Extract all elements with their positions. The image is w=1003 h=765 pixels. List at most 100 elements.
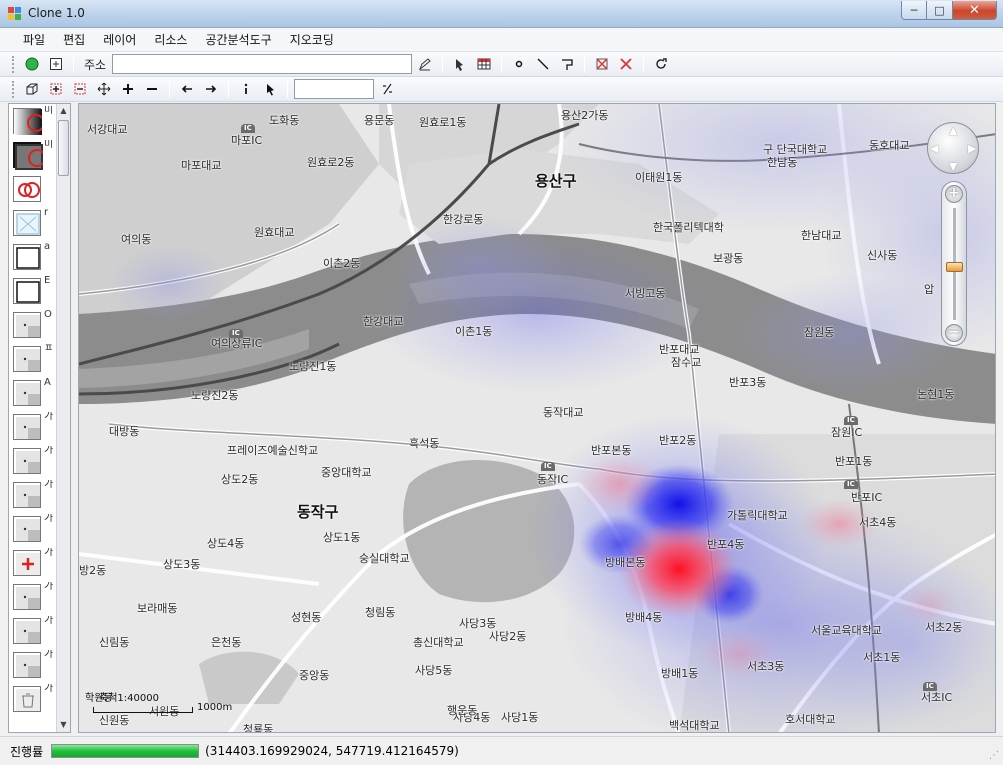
next-extent-button[interactable]: [200, 79, 222, 99]
layer-panel-scrollbar[interactable]: ▲ ▼: [56, 104, 70, 732]
pan-right-icon[interactable]: ▶: [968, 142, 976, 155]
layer-item[interactable]: O: [11, 310, 55, 340]
previous-extent-button[interactable]: [176, 79, 198, 99]
zoom-slider-handle[interactable]: [946, 262, 963, 272]
layer-symbol-icon[interactable]: [13, 312, 41, 338]
map-place-label: 반포3동: [729, 376, 767, 389]
pan-down-icon[interactable]: ▼: [949, 160, 957, 173]
point-tool-button[interactable]: [508, 54, 530, 74]
globe-button[interactable]: [21, 54, 43, 74]
menu-file[interactable]: 파일: [14, 29, 54, 50]
layer-symbol-icon[interactable]: [13, 550, 41, 576]
layer-item[interactable]: 가: [11, 514, 55, 544]
pan-left-icon[interactable]: ◀: [930, 142, 938, 155]
layer-item[interactable]: A: [11, 378, 55, 408]
layer-symbol-icon[interactable]: [13, 516, 41, 542]
zoom-out-box-icon: [74, 83, 86, 95]
clear-selection-button[interactable]: [591, 54, 613, 74]
layer-item[interactable]: 가: [11, 412, 55, 442]
delete-feature-button[interactable]: [615, 54, 637, 74]
layer-item[interactable]: 가: [11, 548, 55, 578]
layer-symbol-icon[interactable]: [13, 618, 41, 644]
layer-item[interactable]: 가: [11, 650, 55, 680]
layer-symbol-icon[interactable]: [13, 176, 41, 202]
layer-item[interactable]: E: [11, 276, 55, 306]
layer-symbol-icon[interactable]: [13, 346, 41, 372]
scroll-up-icon[interactable]: ▲: [57, 104, 70, 118]
line-tool-button[interactable]: [532, 54, 554, 74]
pencil-icon: [418, 58, 431, 71]
layer-item[interactable]: r: [11, 208, 55, 238]
layer-item[interactable]: ㅍ: [11, 344, 55, 374]
info-button[interactable]: [235, 79, 257, 99]
layer-symbol-icon[interactable]: [13, 584, 41, 610]
polygon-tool-button[interactable]: [556, 54, 578, 74]
toolbar-grip[interactable]: [12, 80, 15, 98]
pointer-button[interactable]: [259, 79, 281, 99]
close-button[interactable]: ✕: [953, 1, 997, 20]
map-place-label: 잠수교: [671, 356, 702, 369]
menu-resource[interactable]: 리소스: [145, 29, 196, 50]
add-layer-button[interactable]: [45, 54, 67, 74]
map-place-label: 호서대학교: [785, 713, 836, 726]
menu-spatial-analysis[interactable]: 공간분석도구: [196, 29, 280, 50]
pan-up-icon[interactable]: ▲: [949, 124, 957, 137]
layer-symbol-icon[interactable]: [13, 244, 41, 270]
address-input[interactable]: [112, 54, 413, 74]
table-button[interactable]: [473, 54, 495, 74]
layer-item[interactable]: 가: [11, 480, 55, 510]
zoom-out-box-button[interactable]: [69, 79, 91, 99]
scroll-down-icon[interactable]: ▼: [57, 718, 70, 732]
maximize-button[interactable]: □: [927, 1, 953, 20]
apply-scale-button[interactable]: [376, 79, 398, 99]
layer-item[interactable]: 가: [11, 616, 55, 646]
map-place-label: 한강로동: [443, 213, 484, 226]
layer-item[interactable]: 미: [11, 140, 55, 170]
layer-item[interactable]: a: [11, 242, 55, 272]
map-zoom-in-icon[interactable]: +: [945, 185, 963, 203]
resize-grip-icon[interactable]: ⋰: [989, 750, 999, 761]
layer-symbol-icon[interactable]: [13, 108, 45, 135]
edit-address-button[interactable]: [414, 54, 436, 74]
map-place-label: 반포본동: [591, 444, 632, 457]
map-view[interactable]: 서강대교 도화동 용문동 원효로1동 용산2가동 마포IC 마포대교 원효로2동 이태원1동 구 …: [78, 103, 996, 733]
layer-item[interactable]: 가: [11, 582, 55, 612]
layer-symbol-icon[interactable]: [13, 482, 41, 508]
layer-name: ㅍ: [44, 344, 54, 354]
ic-badge: IC: [541, 462, 555, 471]
zoom-in-button[interactable]: [117, 79, 139, 99]
layer-symbol-icon[interactable]: [13, 210, 41, 236]
select-feature-button[interactable]: [449, 54, 471, 74]
refresh-button[interactable]: [650, 54, 672, 74]
menu-geocoding[interactable]: 지오코딩: [281, 29, 343, 50]
add-layer-icon: [50, 58, 62, 70]
map-zoom-slider[interactable]: + −: [941, 181, 967, 346]
zoom-out-button[interactable]: [141, 79, 163, 99]
layer-item[interactable]: 가: [11, 684, 55, 714]
layer-symbol-icon[interactable]: [13, 414, 41, 440]
layer-item[interactable]: 미: [11, 106, 55, 136]
layer-item[interactable]: [11, 174, 55, 204]
map-zoom-out-icon[interactable]: −: [945, 324, 963, 342]
map-place-label: 중앙동: [299, 669, 330, 682]
map-place-label: 신림동: [99, 636, 130, 649]
scale-input[interactable]: [294, 79, 374, 99]
scroll-thumb[interactable]: [58, 120, 69, 176]
menu-layer[interactable]: 레이어: [94, 29, 145, 50]
zoom-in-box-button[interactable]: [45, 79, 67, 99]
pan-button[interactable]: [93, 79, 115, 99]
map-place-label: 서초3동: [747, 660, 785, 673]
layer-symbol-icon[interactable]: [13, 278, 41, 304]
map-place-label: 청림동: [365, 606, 396, 619]
menu-edit[interactable]: 편집: [54, 29, 94, 50]
layer-symbol-icon[interactable]: [13, 448, 41, 474]
layer-item[interactable]: 가: [11, 446, 55, 476]
map-pan-control[interactable]: ▲ ▼ ◀ ▶: [927, 122, 979, 174]
toolbar-grip[interactable]: [12, 55, 15, 73]
layer-symbol-icon[interactable]: [13, 142, 46, 170]
layer-symbol-icon[interactable]: [13, 380, 41, 406]
full-extent-button[interactable]: [21, 79, 43, 99]
layer-symbol-icon[interactable]: [13, 652, 41, 678]
layer-symbol-icon[interactable]: [13, 686, 41, 712]
minimize-button[interactable]: ─: [901, 1, 927, 20]
